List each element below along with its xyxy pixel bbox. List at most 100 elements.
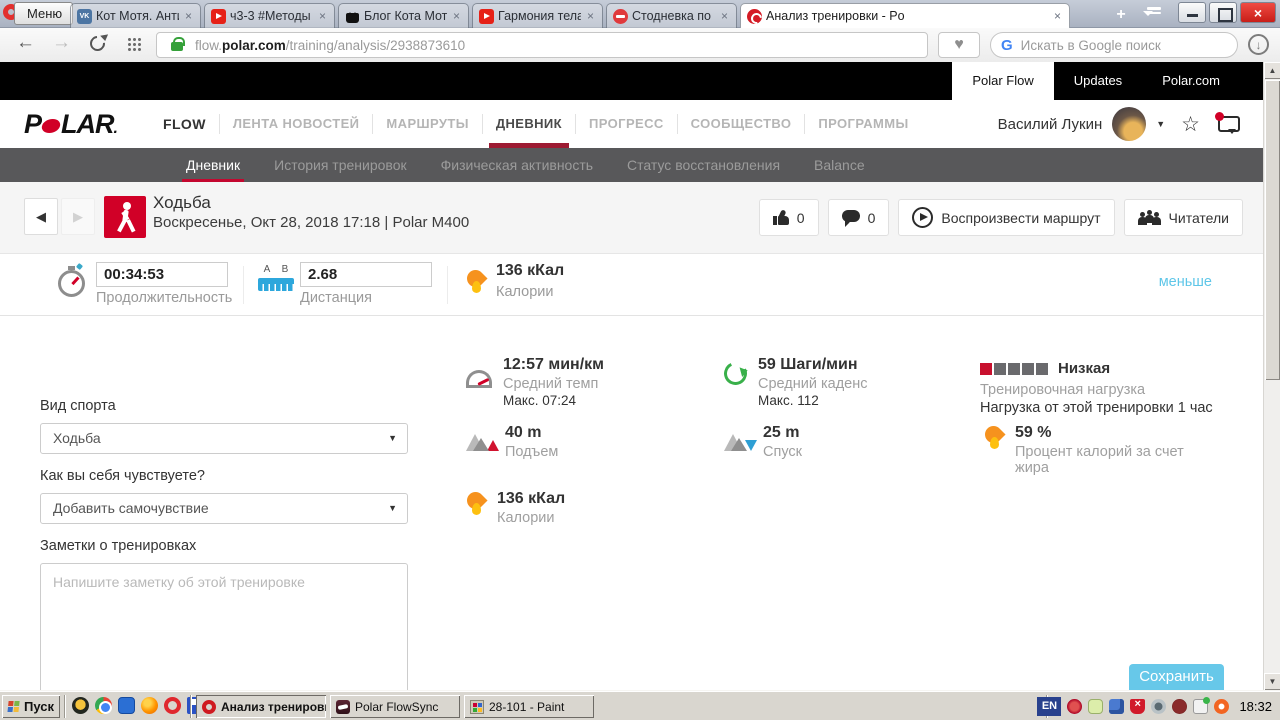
tray-antivirus-icon[interactable] [1214, 699, 1229, 714]
nav-item-diary[interactable]: ДНЕВНИК [483, 100, 575, 148]
walking-sport-icon [104, 196, 146, 238]
bookmark-heart-button[interactable]: ♥ [938, 32, 980, 58]
previous-session-button[interactable]: ◀ [24, 198, 58, 235]
tab-close-icon[interactable]: × [451, 9, 462, 23]
reload-button[interactable] [87, 33, 108, 54]
tab-vk[interactable]: VK Кот Мотя. Антимышов × [70, 3, 201, 28]
readers-button[interactable]: Читатели [1124, 199, 1243, 236]
tab-close-icon[interactable]: × [585, 9, 596, 23]
next-session-button[interactable]: ▶ [61, 198, 95, 235]
notification-badge [1215, 112, 1224, 121]
notes-textarea[interactable] [40, 563, 408, 690]
polar-logo[interactable]: PLAR. [24, 109, 117, 140]
forward-button[interactable]: → [52, 32, 71, 54]
duration-input[interactable] [96, 262, 228, 287]
task-button-analysis[interactable]: Анализ тренировки - ... [196, 695, 326, 718]
feeling-select[interactable]: Добавить самочувствие▼ [40, 493, 408, 524]
stat-pace: 12:57 мин/км Средний темп Макс. 07:24 [466, 356, 604, 408]
subnav-item-diary[interactable]: Дневник [186, 148, 240, 182]
subnav-item-recovery[interactable]: Статус восстановления [627, 148, 780, 182]
maximize-button[interactable] [1209, 2, 1237, 23]
tray-mail-icon[interactable] [1193, 699, 1208, 714]
ql-app-icon[interactable] [118, 697, 135, 714]
like-button[interactable]: 0 [759, 199, 819, 236]
topbar-link-updates[interactable]: Updates [1054, 62, 1142, 100]
language-indicator[interactable]: EN [1037, 697, 1061, 716]
topbar-link-polar-com[interactable]: Polar.com [1142, 62, 1240, 100]
url-domain: polar.com [222, 38, 286, 53]
tab-youtube-1[interactable]: ч3-3 #Методы увелич × [204, 3, 335, 28]
tab-youtube-2[interactable]: Гармония тела - Изото × [472, 3, 603, 28]
nav-item-flow[interactable]: FLOW [150, 100, 219, 148]
nav-item-routes[interactable]: МАРШРУТЫ [373, 100, 481, 148]
nav-item-feed[interactable]: ЛЕНТА НОВОСТЕЙ [220, 100, 373, 148]
scrollbar-thumb[interactable] [1265, 80, 1280, 380]
comments-button[interactable]: 0 [828, 199, 890, 236]
page-scrollbar[interactable]: ▲ ▼ [1263, 62, 1280, 690]
scroll-down-button[interactable]: ▼ [1264, 673, 1280, 690]
tab-running-forum[interactable]: Стодневка по бегу - 12 × [606, 3, 737, 28]
tab-title: ч3-3 #Методы увелич [230, 9, 313, 23]
paint-task-icon [470, 700, 484, 714]
save-button[interactable]: Сохранить [1129, 664, 1224, 690]
subnav-item-history[interactable]: История тренировок [274, 148, 406, 182]
avatar[interactable] [1112, 107, 1146, 141]
tab-close-icon[interactable]: × [1052, 9, 1063, 23]
user-menu-caret-icon[interactable]: ▼ [1156, 119, 1165, 129]
tab-close-icon[interactable]: × [317, 9, 328, 23]
nav-item-community[interactable]: СООБЩЕСТВО [678, 100, 805, 148]
browser-menu-button[interactable]: Меню [14, 2, 73, 25]
ql-aimp-icon[interactable] [72, 697, 89, 714]
nav-item-programs[interactable]: ПРОГРАММЫ [805, 100, 921, 148]
tab-cat-blog[interactable]: Блог Кота Моти. × [338, 3, 469, 28]
tray-network-icon[interactable] [1109, 699, 1124, 714]
task-button-paint[interactable]: 28-101 - Paint [464, 695, 594, 718]
notifications-icon[interactable] [1218, 116, 1240, 132]
tray-recorder-icon[interactable] [1172, 699, 1187, 714]
nav-item-progress[interactable]: ПРОГРЕСС [576, 100, 677, 148]
cat-favicon-icon [345, 9, 360, 24]
topbar-link-polar-flow[interactable]: Polar Flow [952, 62, 1053, 100]
ql-chrome-icon[interactable] [95, 697, 112, 714]
distance-label: Дистанция [300, 290, 372, 306]
new-tab-button[interactable]: + [1108, 5, 1134, 25]
back-button[interactable]: ← [16, 32, 35, 54]
sport-select[interactable]: Ходьба▼ [40, 423, 408, 454]
distance-input[interactable] [300, 262, 432, 287]
task-button-flowsync[interactable]: Polar FlowSync [330, 695, 460, 718]
ascent-mountain-icon [466, 432, 494, 451]
address-bar[interactable]: flow.polar.com/training/analysis/2938873… [156, 32, 928, 58]
distance-ruler-icon: AB [258, 264, 294, 291]
tray-shield-icon[interactable] [1130, 699, 1145, 714]
downloads-button[interactable]: ↓ [1248, 34, 1269, 55]
show-less-link[interactable]: меньше [1159, 274, 1212, 290]
tab-close-icon[interactable]: × [183, 9, 194, 23]
favorites-star-icon[interactable]: ☆ [1181, 112, 1200, 137]
tab-menu-button[interactable] [1143, 7, 1165, 23]
tab-close-icon[interactable]: × [719, 9, 730, 23]
user-name[interactable]: Василий Лукин [998, 116, 1103, 133]
tab-polar-flow-active[interactable]: Анализ тренировки - Po × [740, 3, 1070, 28]
minimize-button[interactable] [1178, 2, 1206, 23]
taskbar: Пуск » Анализ тренировки - ... Polar Flo… [0, 690, 1280, 720]
pace-max: Макс. 07:24 [503, 393, 604, 408]
ql-firefox-icon[interactable] [141, 697, 158, 714]
ql-opera-icon[interactable] [164, 697, 181, 714]
scroll-up-button[interactable]: ▲ [1264, 62, 1280, 79]
tray-flower-icon[interactable] [1067, 699, 1082, 714]
start-button[interactable]: Пуск [2, 695, 60, 718]
search-input[interactable] [1021, 38, 1227, 53]
search-box: G [990, 32, 1238, 58]
close-window-button[interactable]: × [1240, 2, 1276, 23]
tray-webcam-icon[interactable] [1151, 699, 1166, 714]
fat-flame-icon [984, 424, 1004, 451]
speed-dial-button[interactable] [127, 37, 141, 51]
google-icon: G [1001, 37, 1013, 54]
ascent-label: Подъем [505, 444, 558, 460]
subnav-item-activity[interactable]: Физическая активность [441, 148, 593, 182]
like-count: 0 [797, 210, 805, 226]
polar-favicon-icon [747, 9, 762, 24]
subnav-item-balance[interactable]: Balance [814, 148, 865, 182]
replay-route-button[interactable]: Воспроизвести маршрут [898, 199, 1114, 236]
tray-messenger-icon[interactable] [1088, 699, 1103, 714]
